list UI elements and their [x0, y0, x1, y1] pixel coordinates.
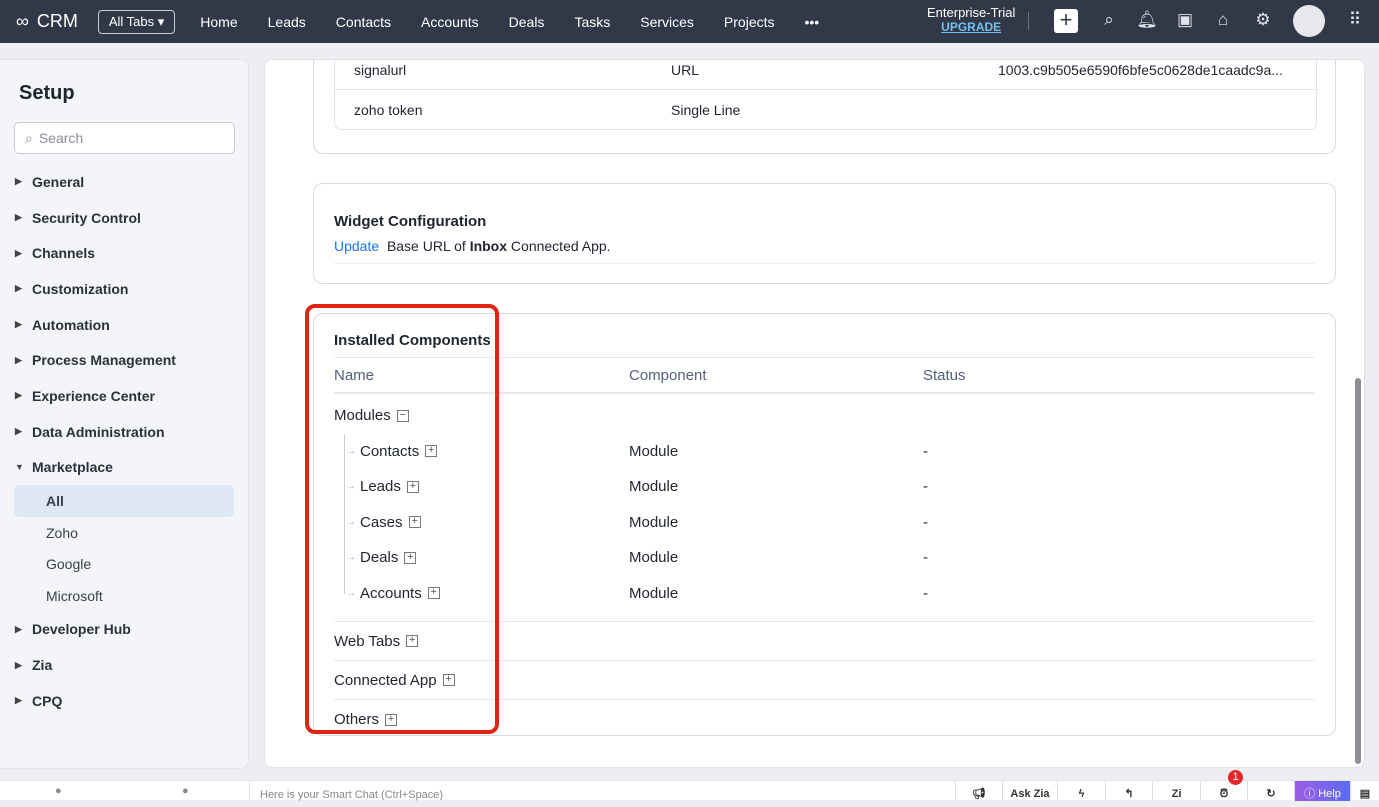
- more-tabs-button[interactable]: •••: [790, 14, 835, 30]
- fields-table: signalurl URL 1003.c9b505e6590f6bfe5c0628d…: [334, 60, 1317, 130]
- search-icon: ⌕: [25, 129, 33, 146]
- notification-badge: 1: [1228, 770, 1243, 785]
- setup-sidebar: Setup ⌕ Search ▶ General ▶ Security Control…: [0, 59, 249, 769]
- sidebar-sub-zoho[interactable]: Zoho: [0, 517, 248, 549]
- widget-config-card: Widget Configuration Update Base URL of …: [313, 183, 1336, 284]
- top-nav-bar: ∞ CRM All Tabs ▾ Home Leads Contacts Acco…: [0, 0, 1379, 43]
- history-icon[interactable]: ↻: [1247, 781, 1294, 801]
- all-tabs-dropdown[interactable]: All Tabs ▾: [97, 9, 176, 34]
- create-button[interactable]: +: [1054, 9, 1078, 33]
- fields-card: signalurl URL 1003.c9b505e6590f6bfe5c0628d…: [313, 60, 1336, 154]
- table-row: signalurl URL 1003.c9b505e6590f6bfe5c0628d…: [335, 60, 1316, 90]
- sidebar-item-cpq[interactable]: ▶ CPQ: [0, 683, 248, 719]
- sidebar-item-experience[interactable]: ▶ Experience Center: [0, 378, 248, 414]
- sidebar-item-developer-hub[interactable]: ▶ Developer Hub: [0, 612, 248, 648]
- plan-info: Enterprise-Trial UPGRADE: [927, 5, 1016, 35]
- sidebar-sub-microsoft[interactable]: Microsoft: [0, 580, 248, 612]
- nav-tasks[interactable]: Tasks: [559, 14, 625, 30]
- nav-deals[interactable]: Deals: [494, 14, 560, 30]
- ask-zia-button[interactable]: Ask Zia: [1002, 781, 1057, 801]
- zoho-logo-icon: ∞: [16, 11, 29, 31]
- marketplace-icon[interactable]: ⌂: [1212, 10, 1234, 32]
- notes-icon[interactable]: ▤: [1350, 781, 1379, 801]
- sidebar-sub-google[interactable]: Google: [0, 548, 248, 580]
- sidebar-item-security[interactable]: ▶ Security Control: [0, 200, 248, 236]
- help-button[interactable]: ⓘ Help: [1294, 781, 1350, 801]
- sidebar-item-marketplace[interactable]: ▼ Marketplace: [0, 450, 248, 486]
- calendar-icon[interactable]: ▣: [1174, 10, 1196, 32]
- announcement-icon[interactable]: 📢︎: [955, 781, 1002, 801]
- apps-grid-icon[interactable]: ⠿: [1344, 10, 1366, 32]
- nav-home[interactable]: Home: [185, 14, 252, 30]
- sidebar-sub-all[interactable]: All: [14, 485, 234, 517]
- signal-icon[interactable]: ϟ: [1057, 781, 1105, 801]
- alarm-icon[interactable]: ⏰︎: [1200, 781, 1247, 801]
- highlight-annotation: [305, 304, 499, 734]
- sidebar-item-data-admin[interactable]: ▶ Data Administration: [0, 414, 248, 450]
- search-icon[interactable]: ⌕: [1098, 10, 1120, 32]
- scrollbar[interactable]: [1355, 378, 1361, 764]
- update-link[interactable]: Update: [334, 238, 379, 254]
- bell-icon[interactable]: 🔔︎: [1136, 10, 1158, 32]
- widget-config-title: Widget Configuration: [334, 213, 487, 230]
- nav-leads[interactable]: Leads: [253, 14, 321, 30]
- nav-projects[interactable]: Projects: [709, 14, 790, 30]
- bottom-bar: ● ● Here is your Smart Chat (Ctrl+Space)…: [0, 770, 1379, 801]
- crm-logo[interactable]: ∞ CRM: [16, 11, 78, 32]
- chat-icon[interactable]: ●: [55, 785, 62, 797]
- table-row: zoho token Single Line: [354, 101, 741, 118]
- contacts-icon[interactable]: ●: [182, 785, 189, 797]
- sidebar-title: Setup: [19, 82, 75, 104]
- sidebar-item-automation[interactable]: ▶ Automation: [0, 307, 248, 343]
- sidebar-item-general[interactable]: ▶ General: [0, 164, 248, 200]
- sidebar-item-channels[interactable]: ▶ Channels: [0, 235, 248, 271]
- recent-icon[interactable]: ↰: [1105, 781, 1152, 801]
- sidebar-item-process[interactable]: ▶ Process Management: [0, 342, 248, 378]
- upgrade-link[interactable]: UPGRADE: [927, 20, 1015, 35]
- gear-icon[interactable]: ⚙: [1252, 10, 1274, 32]
- zia-icon[interactable]: Zi: [1152, 781, 1200, 801]
- nav-contacts[interactable]: Contacts: [321, 14, 406, 30]
- sidebar-item-customization[interactable]: ▶ Customization: [0, 271, 248, 307]
- sidebar-item-zia[interactable]: ▶ Zia: [0, 647, 248, 683]
- nav-services[interactable]: Services: [625, 14, 709, 30]
- nav-accounts[interactable]: Accounts: [406, 14, 494, 30]
- divider: [1028, 12, 1029, 30]
- search-input[interactable]: ⌕ Search: [14, 122, 235, 154]
- smart-chat-input[interactable]: Here is your Smart Chat (Ctrl+Space): [249, 781, 443, 801]
- avatar[interactable]: [1293, 5, 1325, 37]
